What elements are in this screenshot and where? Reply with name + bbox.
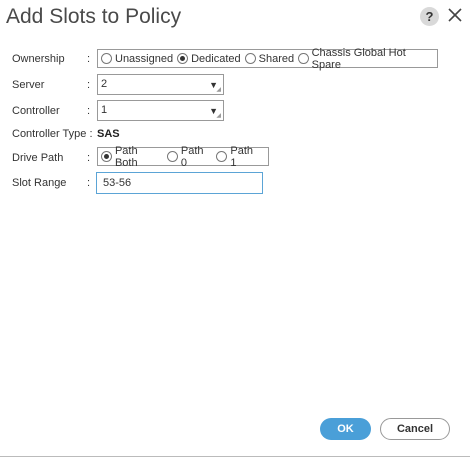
ownership-option-chassis-global-hot-spare[interactable]: Chassis Global Hot Spare [298,47,431,71]
drive-path-radio-group: Path Both Path 0 Path 1 [97,145,269,169]
ownership-option-unassigned[interactable]: Unassigned [101,53,173,65]
slot-range-input[interactable]: 53-56 [96,172,263,194]
ownership-radio-group: Unassigned Dedicated Shared Chassis Glob… [97,47,438,71]
ownership-colon: : [87,53,91,65]
drive-path-label: Drive Path [12,152,64,164]
drive-path-option-1[interactable]: Path 1 [216,145,262,169]
close-icon[interactable] [446,6,464,24]
controller-select[interactable]: 1 ▼ ◢ [97,100,224,121]
slot-range-colon: : [87,177,91,189]
radio-icon[interactable] [298,53,309,64]
controller-colon: : [87,105,91,117]
drive-path-option-0[interactable]: Path 0 [166,145,213,169]
server-colon: : [87,79,91,91]
ownership-label: Ownership [12,53,65,65]
radio-icon[interactable] [244,53,256,64]
radio-icon[interactable] [216,151,228,162]
ownership-option-dedicated[interactable]: Dedicated [177,53,241,65]
drive-path-option-both[interactable]: Path Both [101,145,163,169]
controller-type-value: SAS [97,128,120,140]
help-icon[interactable]: ? [420,7,439,26]
drive-path-colon: : [87,152,91,164]
dialog-title: Add Slots to Policy [6,5,182,28]
server-value: 2 [101,78,108,90]
add-slots-dialog: Add Slots to Policy ? Ownership : Unassi… [0,0,470,458]
radio-icon[interactable] [166,151,178,162]
radio-checked-icon[interactable] [101,151,112,162]
divider [0,456,470,457]
ownership-option-shared[interactable]: Shared [244,53,294,65]
resize-grip-icon: ◢ [216,113,221,119]
radio-checked-icon[interactable] [177,53,189,64]
resize-grip-icon: ◢ [216,87,221,93]
server-label: Server [12,79,45,91]
cancel-button[interactable]: Cancel [380,418,450,440]
controller-type-label: Controller Type : [12,128,93,140]
ok-button[interactable]: OK [320,418,371,440]
controller-value: 1 [101,104,108,116]
controller-label: Controller [12,105,60,117]
slot-range-label: Slot Range [12,177,67,189]
radio-icon[interactable] [101,53,112,64]
server-select[interactable]: 2 ▼ ◢ [97,74,224,95]
